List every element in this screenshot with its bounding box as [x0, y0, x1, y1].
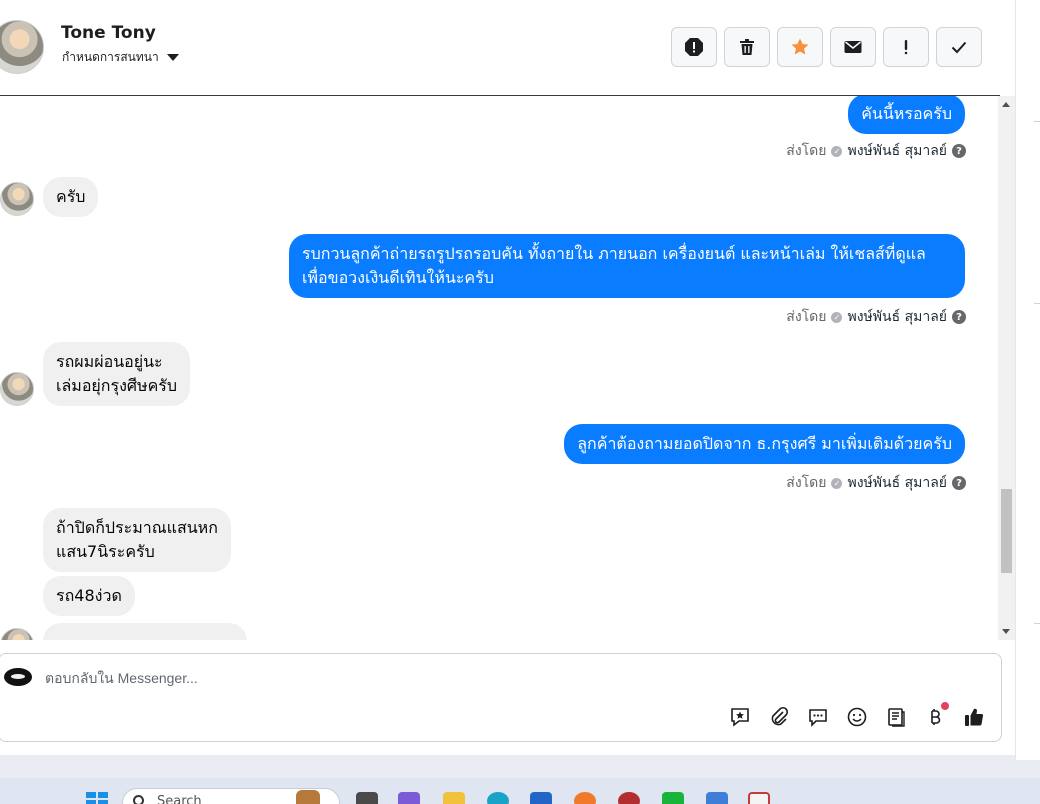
- sent-by-info: ส่งโดย ✓ พงษ์พันธ์ สุมาลย์ ?: [786, 472, 966, 494]
- scroll-down-arrow-icon[interactable]: [1002, 629, 1010, 634]
- message-text-line: รถผมผ่อนอยู่นะ: [56, 352, 163, 371]
- contact-avatar-small[interactable]: [0, 628, 34, 640]
- sender-name: พงษ์พันธ์ สุมาลย์: [847, 475, 947, 491]
- divider: [1034, 623, 1040, 624]
- thumbs-up-icon: [964, 708, 983, 726]
- reply-composer: [0, 653, 1002, 742]
- message-text-line: เล่มอยุ่กรุงศีษครับ: [56, 376, 178, 395]
- message-text: คันนี้หรอครับ: [861, 104, 952, 123]
- taskbar-app-icon[interactable]: [356, 792, 378, 804]
- message-text: รถ48ง่วด: [56, 586, 122, 605]
- help-icon[interactable]: ?: [952, 310, 966, 324]
- message-text: ลูกค้าต้องถามยอดปิดจาก ธ.กรุงศรี มาเพิ่ม…: [577, 434, 952, 453]
- like-button[interactable]: [961, 704, 986, 729]
- windows-start-icon[interactable]: [86, 792, 108, 804]
- incoming-message[interactable]: ถ้าปิดก็ประมาณแสนหก แสน7นิระครับ: [43, 508, 231, 572]
- conversation-toolbar: [671, 27, 982, 67]
- assign-conversation-dropdown[interactable]: กำหนดการสนทนา: [62, 48, 179, 67]
- edge-browser-icon[interactable]: [487, 792, 509, 804]
- contact-name[interactable]: Tone Tony: [61, 23, 156, 43]
- report-button[interactable]: [671, 27, 717, 67]
- star-button[interactable]: [777, 27, 823, 67]
- taskbar-search-label: Search: [157, 794, 202, 804]
- incoming-message-partial[interactable]: [43, 623, 247, 640]
- notification-dot: [941, 702, 949, 710]
- contact-avatar[interactable]: [0, 20, 44, 74]
- sent-by-label: ส่งโดย: [786, 309, 827, 325]
- incoming-message[interactable]: รถ48ง่วด: [43, 576, 135, 616]
- chat-bubbles-icon: [808, 708, 827, 727]
- sent-by-info: ส่งโดย ✓ พงษ์พันธ์ สุมาลย์ ?: [786, 140, 966, 162]
- follow-up-button[interactable]: [883, 27, 929, 67]
- message-text-line: ถ้าปิดก็ประมาณแสนหก: [56, 518, 218, 537]
- scroll-thumb[interactable]: [1001, 489, 1012, 573]
- delete-button[interactable]: [724, 27, 770, 67]
- message-thread[interactable]: คันนี้หรอครับ ส่งโดย ✓ พงษ์พันธ์ สุมาลย์…: [0, 96, 1000, 640]
- reply-input[interactable]: [45, 666, 745, 690]
- taskbar-app-icon[interactable]: [618, 792, 640, 804]
- message-text: ครับ: [56, 187, 86, 206]
- taskbar-app-icon[interactable]: [748, 792, 770, 804]
- saved-reply-icon: [730, 707, 749, 727]
- verified-check-icon: ✓: [831, 311, 843, 323]
- star-icon: [791, 38, 809, 55]
- message-text-line: เพื่อขอวงเงินดีเทินให้นะครับ: [302, 268, 494, 287]
- message-text-line: แสน7นิระครับ: [56, 542, 155, 561]
- exclamation-icon: [904, 40, 908, 55]
- message-text-line: รบกวนลูกค้าถ่ายรถรูปรถรอบคัน ทั้งถายใน ภ…: [302, 244, 926, 263]
- notes-button[interactable]: [883, 704, 908, 729]
- attachment-button[interactable]: [766, 704, 791, 729]
- help-icon[interactable]: ?: [952, 144, 966, 158]
- composer-actions: [727, 702, 986, 729]
- attachment-icon: [771, 706, 788, 725]
- sent-by-label: ส่งโดย: [786, 143, 827, 159]
- mark-done-button[interactable]: [936, 27, 982, 67]
- assign-conversation-label: กำหนดการสนทนา: [62, 50, 159, 64]
- outgoing-message[interactable]: รบกวนลูกค้าถ่ายรถรูปรถรอบคัน ทั้งถายใน ภ…: [289, 234, 965, 298]
- help-icon[interactable]: ?: [952, 476, 966, 490]
- notes-icon: [887, 707, 905, 727]
- incoming-message[interactable]: ครับ: [43, 177, 99, 217]
- inbox-window: Tone Tony กำหนดการสนทนา คันนี้หรอครับ ส่…: [0, 0, 1015, 755]
- verified-check-icon: ✓: [831, 145, 843, 157]
- notepad-icon[interactable]: [706, 792, 728, 804]
- sent-by-info: ส่งโดย ✓ พงษ์พันธ์ สุมาลย์ ?: [786, 306, 966, 328]
- sender-name: พงษ์พันธ์ สุมาลย์: [847, 309, 947, 325]
- caret-down-icon: [166, 54, 179, 61]
- check-icon: [951, 41, 967, 54]
- divider: [1034, 303, 1040, 304]
- contact-avatar-small[interactable]: [0, 372, 34, 406]
- conversation-header: Tone Tony กำหนดการสนทนา: [0, 0, 1000, 96]
- mark-unread-button[interactable]: [830, 27, 876, 67]
- verified-check-icon: ✓: [831, 477, 843, 489]
- envelope-icon: [844, 41, 862, 53]
- trash-icon: [740, 39, 754, 55]
- incoming-message[interactable]: รถผมผ่อนอยู่นะ เล่มอยุ่กรุงศีษครับ: [43, 342, 191, 406]
- line-app-icon[interactable]: [662, 792, 684, 804]
- divider: [1034, 121, 1040, 122]
- chat-button[interactable]: [805, 704, 830, 729]
- os-taskbar: Search: [0, 778, 1040, 804]
- outgoing-message[interactable]: ลูกค้าต้องถามยอดปิดจาก ธ.กรุงศรี มาเพิ่ม…: [564, 424, 965, 464]
- page-logo-icon: [4, 668, 32, 686]
- emoji-icon: [847, 707, 866, 726]
- alert-octagon-icon: [685, 38, 703, 56]
- file-explorer-icon[interactable]: [443, 792, 465, 804]
- contact-avatar-small[interactable]: [0, 182, 34, 216]
- scroll-up-arrow-icon[interactable]: [1002, 102, 1010, 107]
- sender-name: พงษ์พันธ์ สุมาลย์: [847, 143, 947, 159]
- payment-button[interactable]: [922, 702, 949, 729]
- outgoing-message[interactable]: คันนี้หรอครับ: [848, 96, 965, 134]
- taskbar-app-icon[interactable]: [530, 792, 552, 804]
- chat-scrollbar[interactable]: [998, 96, 1015, 640]
- sent-by-label: ส่งโดย: [786, 475, 827, 491]
- search-highlight-icon: [296, 790, 320, 804]
- taskbar-app-icon[interactable]: [398, 792, 420, 804]
- saved-reply-button[interactable]: [727, 704, 752, 729]
- firefox-icon[interactable]: [574, 792, 596, 804]
- emoji-button[interactable]: [844, 704, 869, 729]
- search-icon: [133, 795, 144, 804]
- right-panel-edge: [1015, 0, 1040, 760]
